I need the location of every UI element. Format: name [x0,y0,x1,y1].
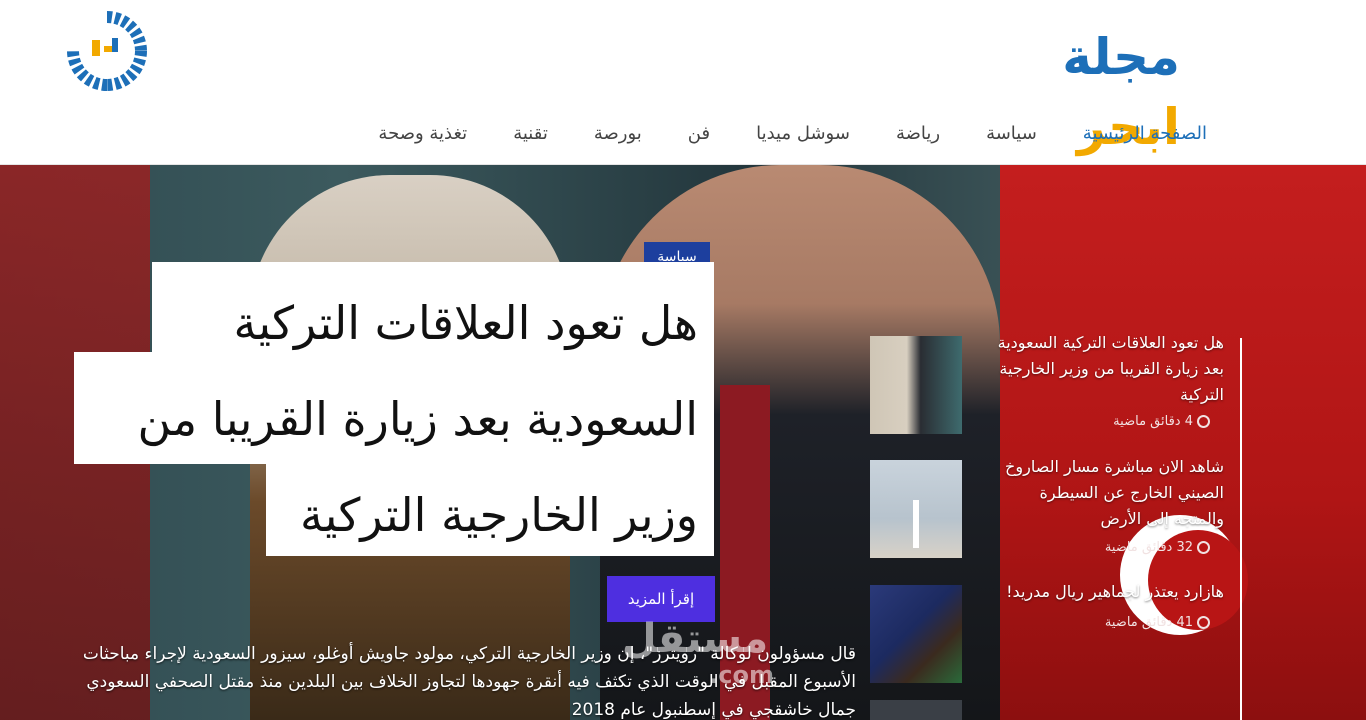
watermark-domain: .com [709,661,774,689]
side-news-item[interactable] [870,700,1228,720]
clock-icon [1197,541,1210,554]
news-thumbnail[interactable] [870,700,962,720]
side-news-time: 4 دقائق ماضية [990,414,1210,429]
hero-headline[interactable]: هل تعود العلاقات التركية السعودية بعد زي… [70,275,698,563]
news-thumbnail[interactable] [870,585,962,683]
nav-item-stocks[interactable]: بورصة [571,123,665,144]
side-news-title[interactable]: هازارد يعتذر لجماهير ريال مدريد! [990,579,1224,605]
nav-item-politics[interactable]: سياسة [963,123,1060,144]
side-news-divider [1240,338,1242,720]
nav-item-tech[interactable]: تقنية [490,123,571,144]
watermark-text: مستقل [621,616,769,662]
site-logo-icon[interactable] [66,10,148,92]
clock-icon [1197,415,1210,428]
nav-item-sports[interactable]: رياضة [873,123,963,144]
side-news-title[interactable]: هل تعود العلاقات التركية السعودية بعد زي… [990,330,1224,408]
brand-word-1: مجلة [1062,28,1180,86]
news-thumbnail[interactable] [870,460,962,558]
side-news-item[interactable]: هازارد يعتذر لجماهير ريال مدريد! 41 دقائ… [870,582,1228,695]
side-news-item[interactable]: شاهد الان مباشرة مسار الصاروخ الصيني الخ… [870,457,1228,570]
main-nav: الصفحة الرئيسية سياسة رياضة سوشل ميديا ف… [378,112,1230,154]
side-news-title[interactable]: شاهد الان مباشرة مسار الصاروخ الصيني الخ… [990,454,1224,532]
nav-item-home[interactable]: الصفحة الرئيسية [1060,123,1230,144]
news-thumbnail[interactable] [870,336,962,434]
site-header: مجلة ابحر الصفحة الرئيسية سياسة رياضة سو… [0,0,1366,165]
side-news-item[interactable]: هل تعود العلاقات التركية السعودية بعد زي… [870,333,1228,446]
nav-item-social-media[interactable]: سوشل ميديا [733,123,873,144]
clock-icon [1197,616,1210,629]
side-news-time: 41 دقائق ماضية [990,615,1210,630]
watermark-logo: مستقل .com [610,615,780,705]
site-brand[interactable]: مجلة ابحر [970,22,1180,156]
nav-item-health[interactable]: تغذية وصحة [355,123,490,144]
nav-item-art[interactable]: فن [665,123,733,144]
side-news-time: 32 دقائق ماضية [990,540,1210,555]
